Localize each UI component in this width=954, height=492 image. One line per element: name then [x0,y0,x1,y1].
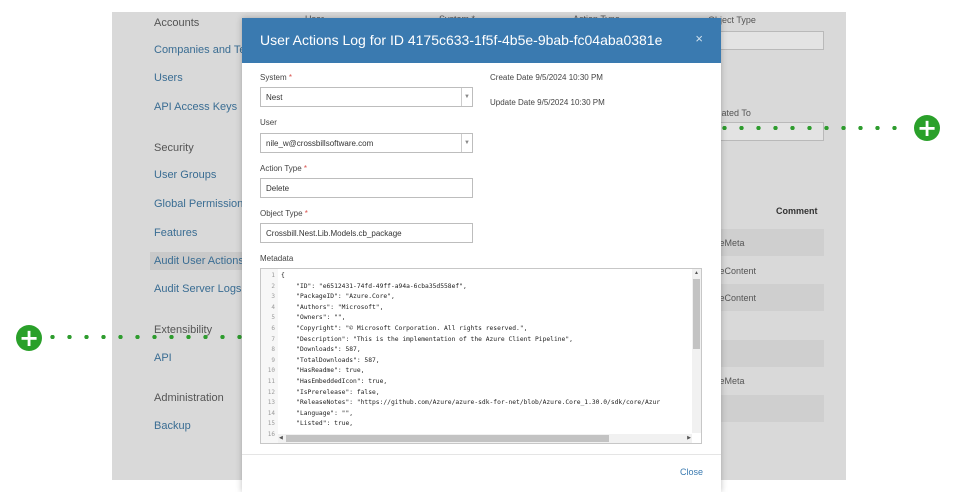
code-line: "TotalDownloads": 587, [281,357,380,364]
system-select-value: Nest [266,93,283,102]
scroll-right-icon[interactable]: ▶ [687,435,691,441]
sidebar-item-audit-server-logs[interactable]: Audit Server Logs [154,283,241,295]
line-number: 12 [267,389,275,396]
code-line: "HasEmbeddedIcon": true, [281,378,388,385]
sidebar-item-api[interactable]: API [154,352,172,364]
comment-column-header: Comment [776,206,818,216]
action-type-label: Action Type * [260,164,308,173]
code-line: { [281,272,285,279]
code-line: "IsPrerelease": false, [281,389,380,396]
table-row[interactable]: e [710,340,824,367]
modal-footer: Close [242,454,721,492]
line-number: 13 [267,399,275,406]
sidebar-item-features[interactable]: Features [154,227,197,239]
code-line: "Description": "This is the implementati… [281,336,573,343]
required-mark: * [304,209,308,218]
screenshot: Accounts Companies and Te Users API Acce… [0,0,954,492]
horizontal-scroll-thumb[interactable] [286,435,609,442]
modal-header: User Actions Log for ID 4175c633-1f5f-4b… [242,18,721,63]
code-line: "Listed": true, [281,420,354,427]
object-type-filter-input[interactable] [708,31,824,50]
line-number: 9 [271,357,275,364]
table-row[interactable]: rceMeta [710,367,824,394]
object-type-field[interactable]: Crossbill.Nest.Lib.Models.cb_package [260,223,473,243]
user-select[interactable]: nile_w@crossbillsoftware.com ▼ [260,133,473,153]
action-type-field[interactable]: Delete [260,178,473,198]
code-line: "Copyright": "© Microsoft Corporation. A… [281,325,528,332]
sidebar-item-audit-user-actions[interactable]: Audit User Actions [150,252,248,270]
close-button[interactable]: Close [680,467,703,477]
chevron-down-icon: ▼ [461,88,472,106]
left-guide-dotted-line [44,335,262,339]
code-line: "Language": "", [281,410,354,417]
line-number: 4 [271,304,275,311]
line-number: 8 [271,346,275,353]
sidebar-item-api-access-keys[interactable]: API Access Keys [154,101,237,113]
sidebar-item-global-permission[interactable]: Global Permission [154,198,243,210]
close-icon[interactable]: × [695,31,703,46]
sidebar-section-accounts: Accounts [154,17,200,29]
system-select[interactable]: Nest ▼ [260,87,473,107]
table-row[interactable]: rceContent [710,284,824,311]
sidebar-item-user-groups[interactable]: User Groups [154,169,216,181]
sidebar-item-backup[interactable]: Backup [154,420,191,432]
update-date: Update Date 9/5/2024 10:30 PM [490,98,605,107]
table-row[interactable]: e [710,312,824,339]
sidebar-section-administration: Administration [154,392,224,404]
system-label: System * [260,73,293,82]
modal-title: User Actions Log for ID 4175c633-1f5f-4b… [260,32,663,48]
vertical-scroll-thumb[interactable] [693,279,700,349]
left-plus-icon[interactable]: + [16,325,42,351]
table-row[interactable]: rceMeta [710,229,824,256]
create-date: Create Date 9/5/2024 10:30 PM [490,73,603,82]
object-type-label: Object Type * [260,209,308,218]
required-mark: * [303,164,308,173]
right-plus-icon[interactable]: + [914,115,940,141]
line-number: 7 [271,336,275,343]
user-actions-log-modal: User Actions Log for ID 4175c633-1f5f-4b… [242,18,721,492]
line-number: 6 [271,325,275,332]
sidebar-item-companies[interactable]: Companies and Te [154,44,246,56]
line-number: 5 [271,314,275,321]
sidebar-section-security: Security [154,142,194,154]
code-line: "Downloads": 587, [281,346,361,353]
scroll-left-icon[interactable]: ◀ [279,435,283,441]
user-select-value: nile_w@crossbillsoftware.com [266,139,374,148]
related-to-filter-input[interactable] [708,122,824,141]
code-line: "ReleaseNotes": "https://github.com/Azur… [281,399,661,406]
metadata-editor[interactable]: 1 2 3 4 5 6 7 8 9 10 11 12 13 14 15 16 {… [260,268,702,444]
table-row[interactable]: rceContent [710,257,824,284]
horizontal-scrollbar[interactable]: ◀ ▶ [278,434,692,443]
line-number: 14 [267,410,275,417]
line-number: 11 [267,378,275,385]
code-line: "HasReadme": true, [281,367,365,374]
table-row[interactable]: e [710,395,824,422]
vertical-scrollbar[interactable]: ▲ [692,269,701,433]
line-number: 3 [271,293,275,300]
line-number: 16 [267,431,275,438]
line-number: 10 [267,367,275,374]
chevron-down-icon: ▼ [461,134,472,152]
line-number-gutter: 1 2 3 4 5 6 7 8 9 10 11 12 13 14 15 16 [261,269,278,443]
sidebar-item-users[interactable]: Users [154,72,183,84]
code-line: "Authors": "Microsoft", [281,304,384,311]
line-number: 15 [267,420,275,427]
code-line: "Owners": "", [281,314,346,321]
required-mark: * [288,73,293,82]
line-number: 1 [271,272,275,279]
scroll-up-icon[interactable]: ▲ [694,270,699,276]
line-number: 2 [271,283,275,290]
code-line: "PackageID": "Azure.Core", [281,293,395,300]
user-label: User [260,118,277,127]
code-line: "ID": "e6512431-74fd-49ff-a94a-6cba35d55… [281,283,467,290]
metadata-label: Metadata [260,254,294,263]
